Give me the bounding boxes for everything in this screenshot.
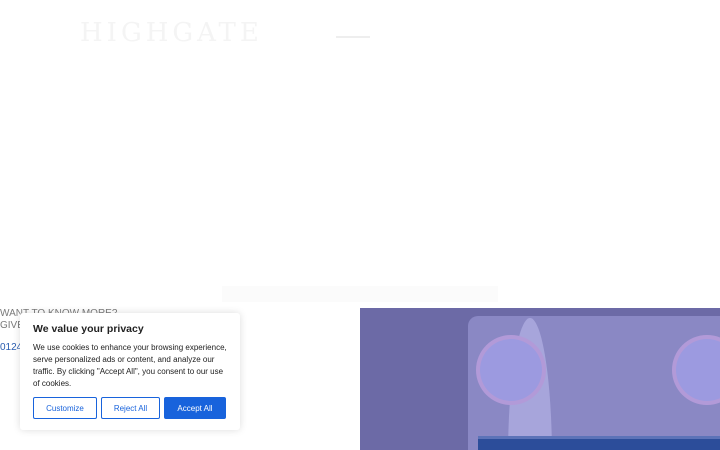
reject-all-button[interactable]: Reject All: [101, 397, 160, 419]
page: HIGHGATE WANT TO KNOW MORE? GIVE 01245 W…: [0, 0, 720, 450]
hero-image: [360, 308, 720, 450]
accept-all-button[interactable]: Accept All: [164, 397, 226, 419]
image-lamp-left: [480, 339, 542, 401]
customize-button[interactable]: Customize: [33, 397, 97, 419]
cookie-description: We use cookies to enhance your browsing …: [33, 343, 227, 388]
image-sign-board: [478, 436, 720, 450]
cookie-consent-banner: We value your privacy We use cookies to …: [20, 313, 240, 430]
site-logo[interactable]: HIGHGATE: [80, 18, 263, 48]
divider-band: [222, 286, 498, 302]
nav-underline: [336, 36, 370, 38]
cookie-title: We value your privacy: [33, 323, 144, 335]
cookie-actions: Customize Reject All Accept All: [33, 397, 226, 419]
